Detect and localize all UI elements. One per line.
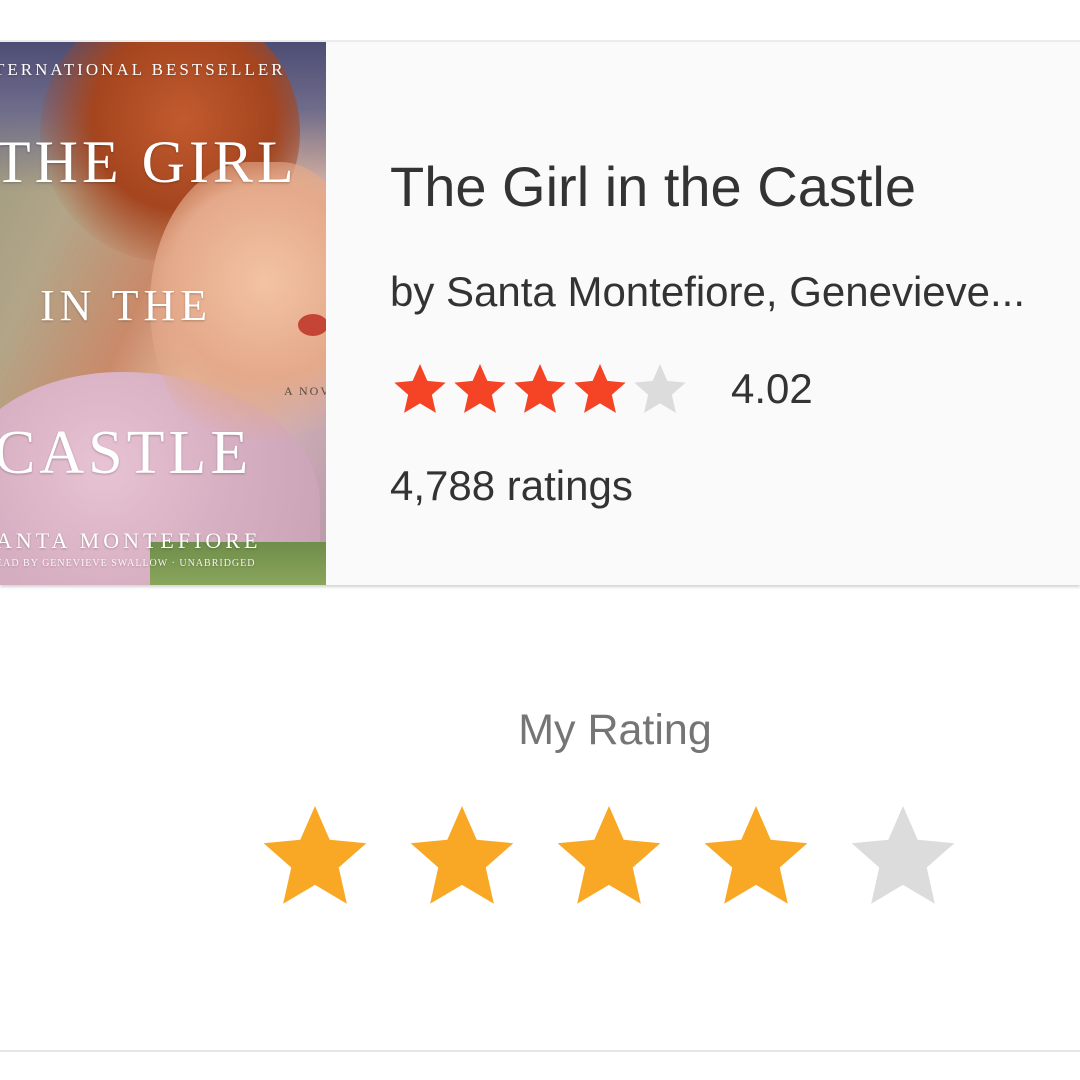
my-rating-label: My Rating [518,706,712,754]
my-rating-stars[interactable] [255,796,963,916]
cover-title-line3: CASTLE [0,419,253,487]
cover-narrator: EAD BY GENEVIEVE SWALLOW · UNABRIDGED [0,558,256,569]
cover-title-line2: IN THE [40,281,213,330]
book-card[interactable]: TERNATIONAL BESTSELLER THE GIRL IN THE C… [0,42,1080,585]
book-author[interactable]: by Santa Montefiore, Genevieve... [390,268,1080,316]
my-rating-star-5-star-icon[interactable] [843,796,963,916]
my-rating-star-1-star-icon[interactable] [255,796,375,916]
average-star-4-star-icon [574,364,626,413]
cover-lips [298,314,326,336]
cover-banner-text: TERNATIONAL BESTSELLER [0,60,286,79]
average-rating-value: 4.02 [731,365,813,412]
bottom-divider [0,1050,1080,1052]
my-rating-star-4-star-icon[interactable] [696,796,816,916]
cover-author: ANTA MONTEFIORE [0,528,262,553]
average-star-1-star-icon [394,364,446,413]
book-cover-image[interactable]: TERNATIONAL BESTSELLER THE GIRL IN THE C… [0,42,326,585]
book-title[interactable]: The Girl in the Castle [390,154,916,219]
average-star-2-star-icon [454,364,506,413]
average-star-5-star-icon [634,364,686,413]
average-rating-stars [390,359,690,419]
cover-title-line1: THE GIRL [0,129,298,195]
ratings-count: 4,788 ratings [390,462,633,509]
my-rating-star-3-star-icon[interactable] [549,796,669,916]
cover-subtitle: A NOV [284,384,326,398]
average-star-3-star-icon [514,364,566,413]
my-rating-star-2-star-icon[interactable] [402,796,522,916]
